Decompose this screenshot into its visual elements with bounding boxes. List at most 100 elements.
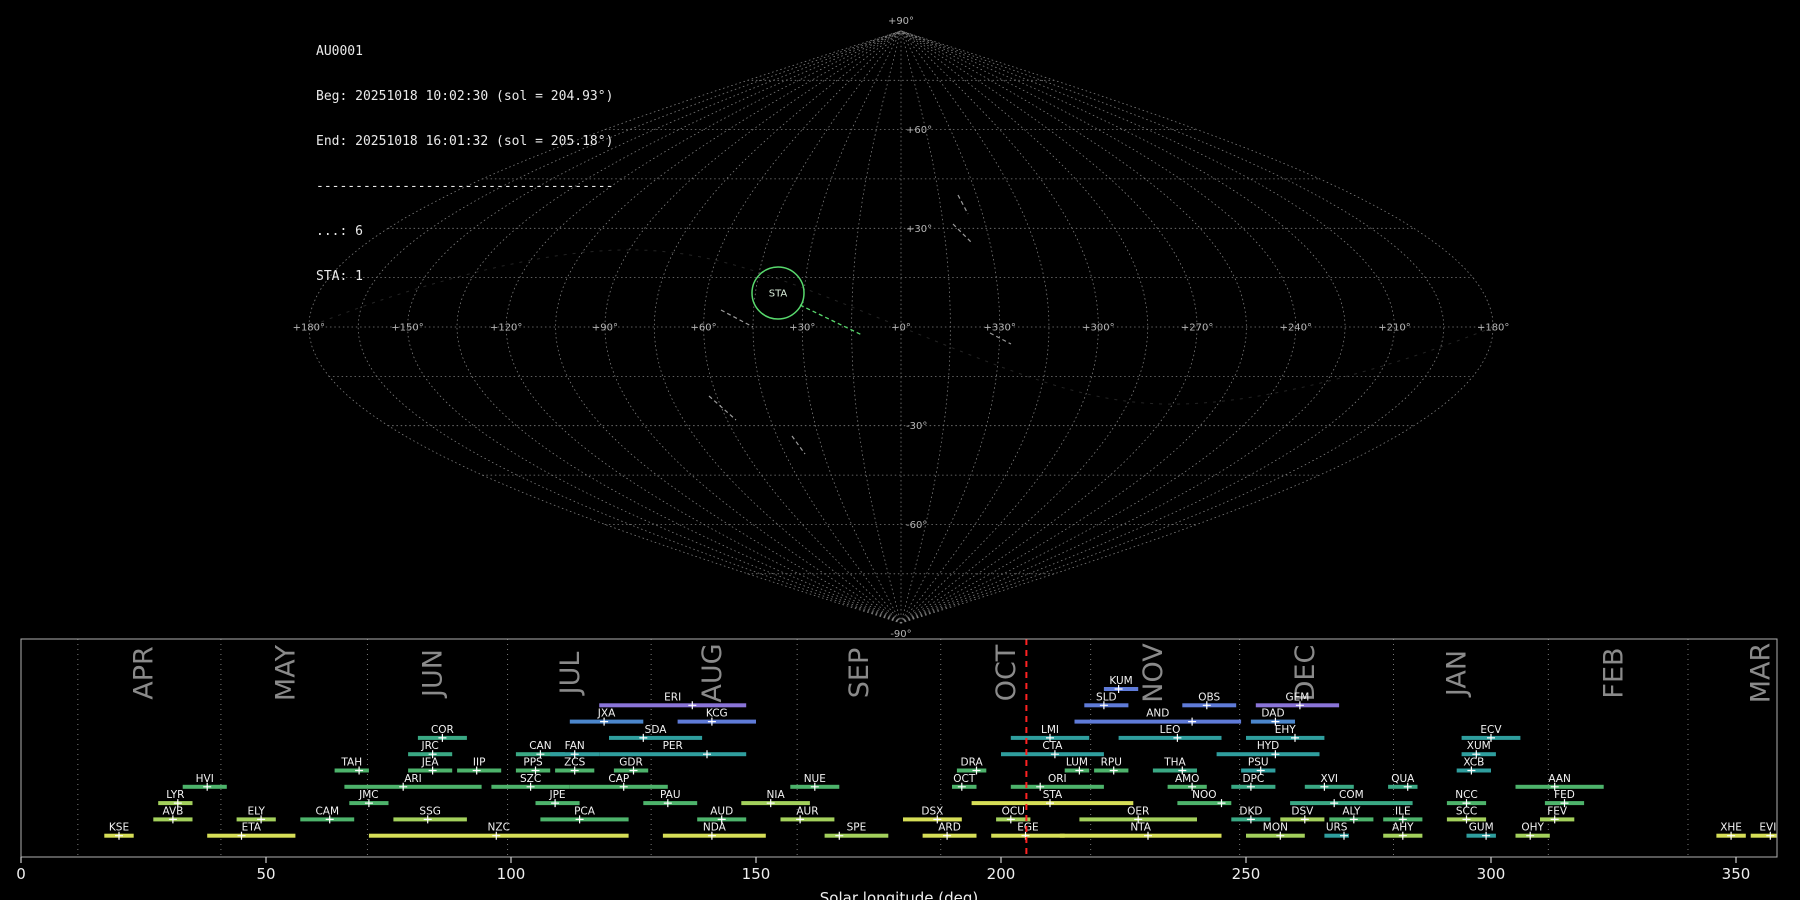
- shower-bar-group: COR: [417, 724, 467, 742]
- shower-bar-group: ZCS: [555, 757, 595, 775]
- x-tick-label: 350: [1722, 865, 1751, 883]
- shower-bar: [780, 817, 835, 822]
- shower-label: ALY: [1342, 805, 1361, 817]
- shower-label: DPC: [1242, 773, 1264, 785]
- timeline-inner: APR MAY JUN JUL AUG SEP OCT NOV DEC JAN FEB MARKUME…: [77, 639, 1777, 857]
- separator-line: --------------------------------------: [316, 179, 614, 194]
- shower-bar-group: NCC: [1446, 789, 1487, 808]
- shower-label: EGE: [1017, 822, 1038, 834]
- shower-bar-group: CTA: [1001, 740, 1104, 759]
- shower-bar-group: DSX: [903, 805, 962, 824]
- x-tick-label: 300: [1477, 865, 1506, 883]
- month-label: AUG: [697, 643, 728, 702]
- shower-bar-group: NUE: [790, 773, 840, 791]
- activity-timeline: APR MAY JUN JUL AUG SEP OCT NOV DEC JAN FEB MARKUME…: [16, 638, 1778, 900]
- shower-bar-group: KUM: [1103, 675, 1139, 693]
- shower-bar-group: SSG: [393, 805, 467, 824]
- shower-bar-group: XHE: [1716, 822, 1746, 840]
- shower-label: NCC: [1455, 789, 1478, 801]
- shower-label: CAM: [315, 805, 339, 817]
- shower-bar-group: MON: [1246, 822, 1305, 840]
- shower-label: LEO: [1160, 724, 1181, 736]
- shower-label: ETA: [242, 822, 262, 834]
- shower-bar-group: FEV: [1540, 805, 1575, 824]
- shower-label: CAP: [608, 773, 629, 785]
- shower-bar-group: PSU: [1241, 757, 1276, 775]
- shower-bar-group: ILE: [1383, 805, 1423, 824]
- shower-label: OER: [1127, 805, 1149, 817]
- shower-bar: [1388, 784, 1418, 789]
- shower-label: ORI: [1048, 773, 1067, 785]
- shower-label: GEM: [1286, 691, 1310, 703]
- shower-bar-group: EHY: [1246, 724, 1325, 742]
- month-label: MAY: [271, 644, 302, 701]
- shower-bar-group: EGE: [991, 822, 1065, 840]
- shower-bar-group: OER: [1079, 805, 1197, 824]
- x-tick-label: 200: [987, 865, 1016, 883]
- shower-bar-group: NZC: [368, 822, 629, 840]
- x-axis-label: Solar longitude (deg): [820, 889, 978, 900]
- shower-label: SPE: [847, 822, 867, 834]
- shower-bar-group: OHY: [1515, 822, 1550, 840]
- shower-bar-group: PCA: [540, 805, 629, 824]
- shower-bar-group: NOO: [1177, 789, 1232, 808]
- shower-bar-group: RPU: [1094, 757, 1129, 775]
- peak-marker: [1330, 799, 1339, 808]
- shower-bar-group: GEM: [1255, 691, 1340, 710]
- shower-bar-group: LEO: [1118, 724, 1222, 742]
- shower-bar-group: SZC: [491, 773, 570, 791]
- shower-bar-group: AUD: [697, 805, 747, 824]
- shower-bar-group: HVI: [182, 773, 227, 791]
- shower-bar-group: JXA: [569, 708, 644, 726]
- shower-label: FEV: [1547, 805, 1568, 817]
- shower-label: AVB: [162, 805, 183, 817]
- station-plot-page: +180° +150° +120° +90° +60° +30° +0° +330° +300°…: [0, 0, 1800, 900]
- shower-bar-group: SDA: [609, 724, 703, 742]
- peak-marker: [703, 750, 711, 759]
- shower-bar: [207, 833, 296, 838]
- month-label: MAR: [1746, 643, 1777, 704]
- shower-label: QUA: [1391, 773, 1415, 785]
- month-label: FEB: [1599, 647, 1630, 698]
- begin-time: Beg: 20251018 10:02:30 (sol = 204.93°): [316, 89, 614, 104]
- shower-label: XHE: [1720, 822, 1742, 834]
- shower-label: PER: [663, 740, 683, 752]
- shower-label: ERI: [664, 691, 681, 703]
- month-label: OCT: [991, 644, 1022, 701]
- month-label: JUL: [555, 652, 586, 697]
- shower-bar-group: ECV: [1461, 724, 1521, 742]
- shower-label: ILE: [1395, 805, 1411, 817]
- shower-label: STA: [1043, 789, 1063, 801]
- shower-bar: [824, 833, 889, 838]
- shower-bar-group: XCB: [1456, 757, 1491, 775]
- shower-label: MON: [1263, 822, 1288, 834]
- shower-bar-group: DRA: [956, 757, 987, 775]
- shower-bar-group: FED: [1544, 789, 1585, 808]
- shower-bar-group: HYD: [1216, 740, 1320, 759]
- shower-label: KCG: [706, 708, 728, 720]
- shower-bar: [609, 735, 703, 740]
- shower-label: SSG: [419, 805, 440, 817]
- shower-bar-group: AVB: [153, 805, 193, 824]
- shower-bar-group: ORI: [1010, 773, 1104, 791]
- shower-bar-group: JRC: [408, 740, 453, 759]
- shower-bar-group: SCC: [1446, 805, 1487, 824]
- shower-label: DSV: [1291, 805, 1314, 817]
- x-tick-label: 150: [742, 865, 771, 883]
- shower-bar-group: LMI: [1010, 724, 1090, 742]
- shower-label: LYR: [166, 789, 184, 801]
- shower-bar: [677, 719, 756, 724]
- shower-bar-group: ARD: [922, 822, 977, 840]
- shower-bar-group: FAN: [550, 740, 600, 759]
- shower-label: OHY: [1521, 822, 1544, 834]
- peak-marker: [688, 701, 697, 710]
- shower-label: GDR: [619, 757, 643, 769]
- shower-bar-group: LYR: [158, 789, 193, 808]
- shower-bar-group: DSV: [1280, 805, 1325, 824]
- shower-label: DRA: [961, 757, 984, 769]
- month-label: JUN: [418, 649, 449, 699]
- month-label: NOV: [1138, 643, 1169, 703]
- shower-label: RPU: [1101, 757, 1122, 769]
- shower-bar-group: CAP: [569, 773, 668, 791]
- shower-bar: [334, 768, 369, 773]
